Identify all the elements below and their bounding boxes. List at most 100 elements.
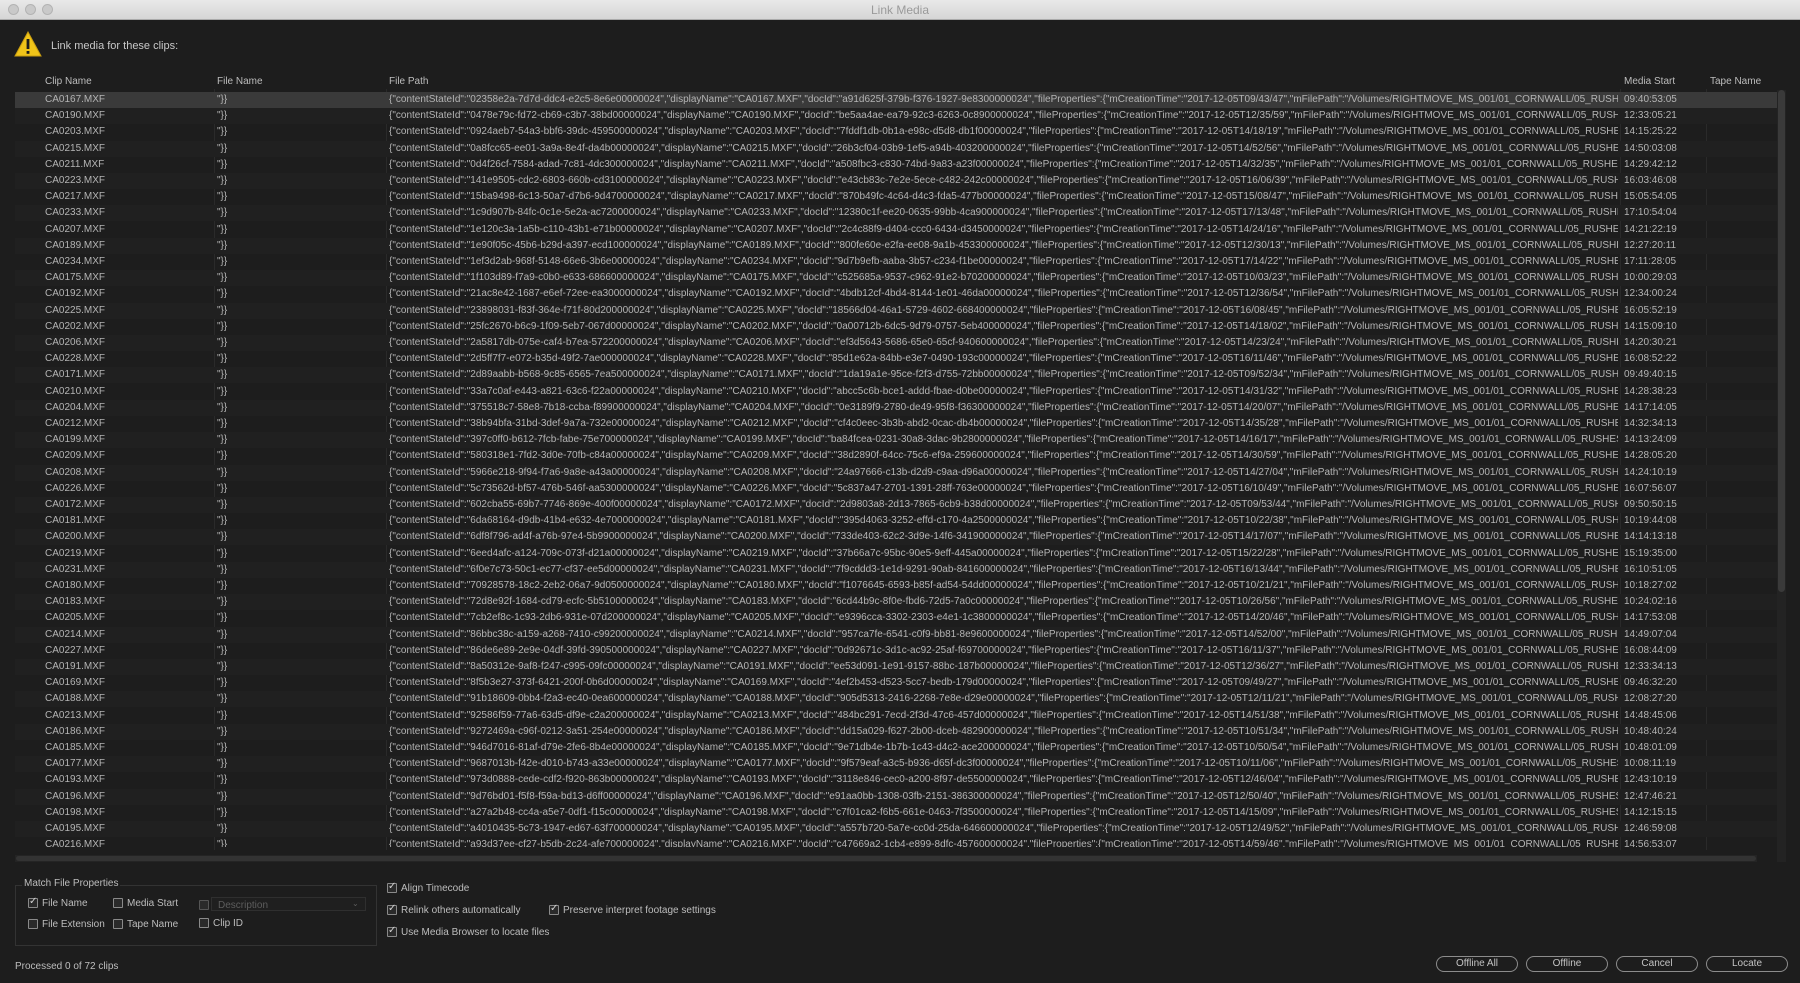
table-row[interactable]: CA0206.MXF "}} {"contentStateId":"2a5817db… xyxy=(15,335,1777,351)
table-row[interactable]: CA0226.MXF "}} {"contentStateId":"5c73562d… xyxy=(15,481,1777,497)
column-header-file-path[interactable]: File Path xyxy=(389,76,428,87)
table-row[interactable]: CA0204.MXF "}} {"contentStateId":"375518c7… xyxy=(15,399,1777,416)
table-row[interactable]: CA0217.MXF "}} {"contentStateId":"15ba9498… xyxy=(15,189,1777,205)
table-row[interactable]: CA0177.MXF "}} {"contentStateId":"9687013b… xyxy=(15,756,1777,773)
tape-name-cell xyxy=(1710,740,1774,756)
media-start-cell: 12:46:59:08 xyxy=(1624,823,1677,834)
tape-name-cell xyxy=(1710,594,1774,610)
horizontal-scroll-thumb[interactable] xyxy=(16,856,1756,861)
vertical-scrollbar[interactable] xyxy=(1777,90,1786,862)
file-name-cell: "}} xyxy=(217,272,228,284)
media-start-cell: 14:21:22:19 xyxy=(1624,223,1677,235)
file-path-cell: {"contentStateId":"9d76bd01-f5f8-f59a-bd… xyxy=(389,790,1618,802)
clip-name-cell: CA0198.MXF xyxy=(45,806,106,818)
table-row[interactable]: CA0200.MXF "}} {"contentStateId":"6df8f796… xyxy=(15,529,1777,546)
media-start-checkbox[interactable] xyxy=(113,898,123,908)
file-name-cell: "}} xyxy=(217,434,228,446)
table-row[interactable]: CA0225.MXF "}} {"contentStateId":"23898031… xyxy=(15,302,1777,319)
file-name-cell: "}} xyxy=(217,644,228,656)
file-name-cell: "}} xyxy=(217,677,228,689)
locate-button[interactable]: Locate xyxy=(1706,956,1788,972)
table-row[interactable]: CA0172.MXF "}} {"contentStateId":"602cba55… xyxy=(15,497,1777,513)
tape-name-cell xyxy=(1710,529,1774,545)
table-row[interactable]: CA0203.MXF "}} {"contentStateId":"0924aeb7… xyxy=(15,124,1777,140)
relink-others-checkbox[interactable] xyxy=(387,903,397,915)
vertical-scroll-thumb[interactable] xyxy=(1778,90,1785,592)
table-row[interactable]: CA0198.MXF "}} {"contentStateId":"a27a2b48… xyxy=(15,805,1777,821)
table-row[interactable]: CA0209.MXF "}} {"contentStateId":"580318e1… xyxy=(15,448,1777,464)
table-row[interactable]: CA0175.MXF "}} {"contentStateId":"1f103d89… xyxy=(15,270,1777,287)
column-header-media-start[interactable]: Media Start xyxy=(1624,76,1675,87)
file-path-cell: {"contentStateId":"6f0e7c73-50c1-ec77-cf… xyxy=(389,563,1618,575)
table-row[interactable]: CA0219.MXF "}} {"contentStateId":"6eed4afc… xyxy=(15,546,1777,562)
file-name-cell: "}} xyxy=(217,126,228,138)
table-row[interactable]: CA0205.MXF "}} {"contentStateId":"7cb2ef8c… xyxy=(15,610,1777,626)
align-timecode-checkbox[interactable] xyxy=(387,881,397,893)
table-row[interactable]: CA0215.MXF "}} {"contentStateId":"0a8fcc65… xyxy=(15,140,1777,157)
table-row[interactable]: CA0216.MXF "}} {"contentStateId":"a93d37ee… xyxy=(15,837,1777,847)
cancel-button[interactable]: Cancel xyxy=(1616,956,1698,972)
table-row[interactable]: CA0227.MXF "}} {"contentStateId":"86de6e89… xyxy=(15,643,1777,659)
table-row[interactable]: CA0171.MXF "}} {"contentStateId":"2d89aabb… xyxy=(15,367,1777,384)
table-row[interactable]: CA0183.MXF "}} {"contentStateId":"72d8e92f… xyxy=(15,594,1777,611)
table-row[interactable]: CA0213.MXF "}} {"contentStateId":"92586f59… xyxy=(15,708,1777,724)
table-row[interactable]: CA0212.MXF "}} {"contentStateId":"38b94bfa… xyxy=(15,416,1777,432)
table-row[interactable]: CA0181.MXF "}} {"contentStateId":"6da68164… xyxy=(15,513,1777,529)
table-row[interactable]: CA0189.MXF "}} {"contentStateId":"1e90f05c… xyxy=(15,237,1777,254)
table-row[interactable]: CA0185.MXF "}} {"contentStateId":"946d7016… xyxy=(15,740,1777,756)
relink-others-label: Relink others automatically xyxy=(401,905,521,916)
table-row[interactable]: CA0202.MXF "}} {"contentStateId":"25fc2670… xyxy=(15,319,1777,335)
column-header-tape-name[interactable]: Tape Name xyxy=(1710,76,1761,87)
table-row[interactable]: CA0228.MXF "}} {"contentStateId":"2d5ff7f7… xyxy=(15,351,1777,367)
file-name-cell: "}} xyxy=(217,661,228,672)
horizontal-scrollbar[interactable] xyxy=(15,855,1757,862)
media-start-cell: 16:08:44:09 xyxy=(1624,644,1677,656)
media-start-cell: 14:15:09:10 xyxy=(1624,320,1677,332)
table-row[interactable]: CA0169.MXF "}} {"contentStateId":"8f5b3e27… xyxy=(15,675,1777,691)
file-name-cell: "}} xyxy=(217,725,228,737)
column-header-clip-name[interactable]: Clip Name xyxy=(45,76,92,87)
media-start-cell: 14:14:13:18 xyxy=(1624,531,1677,543)
table-row[interactable]: CA0188.MXF "}} {"contentStateId":"91b18609… xyxy=(15,691,1777,708)
use-media-browser-checkbox[interactable] xyxy=(387,925,397,937)
table-row[interactable]: CA0210.MXF "}} {"contentStateId":"33a7c0af… xyxy=(15,384,1777,400)
table-row[interactable]: CA0223.MXF "}} {"contentStateId":"141e9505… xyxy=(15,173,1777,189)
column-header-file-name[interactable]: File Name xyxy=(217,76,263,87)
table-row[interactable]: CA0234.MXF "}} {"contentStateId":"1ef3d2ab… xyxy=(15,254,1777,270)
file-name-cell: "}} xyxy=(217,563,228,575)
clip-id-checkbox[interactable] xyxy=(199,918,209,928)
table-row[interactable]: CA0233.MXF "}} {"contentStateId":"1c9d907b… xyxy=(15,205,1777,222)
clip-name-cell: CA0231.MXF xyxy=(45,563,106,575)
description-label: Description xyxy=(218,900,269,911)
file-name-checkbox[interactable] xyxy=(28,896,38,908)
preserve-interpret-checkbox[interactable] xyxy=(549,903,559,915)
tape-name-checkbox[interactable] xyxy=(113,919,123,929)
table-row[interactable]: CA0208.MXF "}} {"contentStateId":"5966e218… xyxy=(15,464,1777,481)
table-row[interactable]: CA0192.MXF "}} {"contentStateId":"21ac8e42… xyxy=(15,286,1777,302)
table-row[interactable]: CA0231.MXF "}} {"contentStateId":"6f0e7c73… xyxy=(15,561,1777,578)
tape-name-cell xyxy=(1710,578,1774,594)
table-row[interactable]: CA0199.MXF "}} {"contentStateId":"397c0ff0… xyxy=(15,432,1777,449)
table-row[interactable]: CA0196.MXF "}} {"contentStateId":"9d76bd01… xyxy=(15,788,1777,805)
media-start-cell: 17:11:28:05 xyxy=(1624,256,1677,267)
media-start-cell: 09:46:32:20 xyxy=(1624,677,1677,689)
description-checkbox[interactable] xyxy=(199,900,209,910)
table-row[interactable]: CA0193.MXF "}} {"contentStateId":"973d0888… xyxy=(15,772,1777,788)
offline-button[interactable]: Offline xyxy=(1526,956,1608,972)
media-start-cell: 12:33:34:13 xyxy=(1624,661,1677,672)
table-row[interactable]: CA0191.MXF "}} {"contentStateId":"8a50312e… xyxy=(15,659,1777,675)
table-row[interactable]: CA0190.MXF "}} {"contentStateId":"0478e79c… xyxy=(15,108,1777,125)
table-row[interactable]: CA0195.MXF "}} {"contentStateId":"a4010435… xyxy=(15,821,1777,837)
offline-all-button[interactable]: Offline All xyxy=(1436,956,1518,972)
status-text: Processed 0 of 72 clips xyxy=(15,961,119,972)
table-row[interactable]: CA0186.MXF "}} {"contentStateId":"9272469a… xyxy=(15,723,1777,740)
table-row[interactable]: CA0207.MXF "}} {"contentStateId":"1e120c3a… xyxy=(15,222,1777,238)
table-row[interactable]: CA0211.MXF "}} {"contentStateId":"0d4f26cf… xyxy=(15,157,1777,173)
file-extension-checkbox[interactable] xyxy=(28,919,38,929)
table-row[interactable]: CA0214.MXF "}} {"contentStateId":"86bbc38c… xyxy=(15,626,1777,643)
file-name-cell: "}} xyxy=(217,709,228,721)
table-row[interactable]: CA0167.MXF "}} {"contentStateId":"02358e2a… xyxy=(15,92,1777,108)
file-path-cell: {"contentStateId":"2a5817db-075e-caf4-b7… xyxy=(389,337,1618,348)
media-start-cell: 12:47:46:21 xyxy=(1624,790,1677,802)
table-row[interactable]: CA0180.MXF "}} {"contentStateId":"70928578… xyxy=(15,578,1777,594)
